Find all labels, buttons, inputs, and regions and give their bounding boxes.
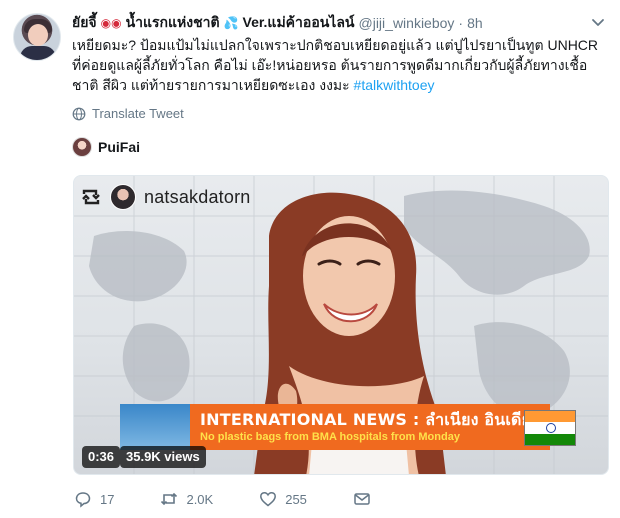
- like-count: 255: [285, 491, 307, 507]
- tweet-text-line3: ชาติ สีผิว แต่ท้ายรายการมาเหยียดซะเอง งง…: [72, 75, 604, 95]
- ticker-subtitle: No plastic bags from BMA hospitals from …: [200, 431, 460, 443]
- author-handle[interactable]: @jiji_winkieboy: [359, 15, 455, 31]
- video-views: 35.9K views: [120, 446, 206, 468]
- translate-tweet-link[interactable]: Translate Tweet: [72, 106, 184, 121]
- mentioned-user-name[interactable]: PuiFai: [98, 139, 140, 155]
- avatar-shirt: [20, 46, 56, 60]
- retweet-icon: [161, 492, 178, 506]
- ticker-globe-graphic: [120, 404, 190, 450]
- tweet-text-line2: ที่ค่อยดูแลผู้ลี้ภัยทั่วโลก คือไม่ เอ๊ะ!…: [72, 57, 588, 73]
- display-name-part3[interactable]: Ver.แม่ค้าออนไลน์: [243, 12, 355, 34]
- repost-icon: [82, 189, 100, 205]
- mentioned-user[interactable]: PuiFai: [72, 137, 140, 157]
- translate-label: Translate Tweet: [92, 106, 184, 121]
- tweet-text-line1: เหยียดมะ? ป้อมแป้มไม่แปลกใจเพราะปกติชอบเ…: [72, 37, 599, 53]
- hashtag-link[interactable]: #talkwithtoey: [354, 77, 435, 93]
- repost-watermark: natsakdatorn: [80, 182, 250, 212]
- display-name-part1[interactable]: ยัยจี้: [72, 12, 97, 34]
- mentioned-user-avatar[interactable]: [72, 137, 92, 157]
- envelope-icon: [354, 493, 370, 505]
- tweet-timestamp[interactable]: 8h: [467, 15, 483, 31]
- reply-icon: [75, 492, 91, 508]
- india-flag-icon: [524, 410, 576, 446]
- repost-username: natsakdatorn: [144, 186, 251, 207]
- heart-icon: [260, 491, 277, 507]
- tweet-card[interactable]: ยัยจี้ ◉◉ น้ำแรกแห่งชาติ 💦 Ver.แม่ค้าออน…: [0, 0, 620, 518]
- author-avatar[interactable]: [13, 13, 61, 61]
- video-media[interactable]: natsakdatorn INTERNATIONAL NEWS : ลำเนีย…: [73, 175, 609, 475]
- retweet-button[interactable]: 2.0K: [160, 490, 213, 508]
- tweet-actions: 17 2.0K 255: [74, 486, 434, 512]
- direct-message-button[interactable]: [353, 490, 371, 508]
- reply-button[interactable]: 17: [74, 490, 114, 508]
- video-duration: 0:36: [82, 446, 121, 468]
- ticker-title: INTERNATIONAL NEWS : ลำเนียง อินเดีย: [200, 410, 532, 429]
- tweet-header: ยัยจี้ ◉◉ น้ำแรกแห่งชาติ 💦 Ver.แม่ค้าออน…: [72, 12, 580, 34]
- like-button[interactable]: 255: [259, 490, 307, 508]
- repost-avatar: [110, 184, 136, 210]
- eyes-emoji-icon: ◉◉: [100, 16, 122, 30]
- retweet-count: 2.0K: [186, 491, 214, 507]
- tweet-text-line3-plain: ชาติ สีผิว แต่ท้ายรายการมาเหยียดซะเอง งง…: [72, 77, 354, 93]
- chevron-down-icon[interactable]: [590, 14, 606, 30]
- header-separator: ·: [458, 15, 464, 31]
- avatar-face: [28, 24, 48, 46]
- tweet-text: เหยียดมะ? ป้อมแป้มไม่แปลกใจเพราะปกติชอบเ…: [72, 35, 604, 95]
- display-name-part2[interactable]: น้ำแรกแห่งชาติ: [126, 12, 220, 34]
- sweat-droplets-emoji-icon: 💦: [223, 16, 239, 30]
- reply-count: 17: [100, 491, 115, 507]
- globe-icon: [72, 107, 86, 120]
